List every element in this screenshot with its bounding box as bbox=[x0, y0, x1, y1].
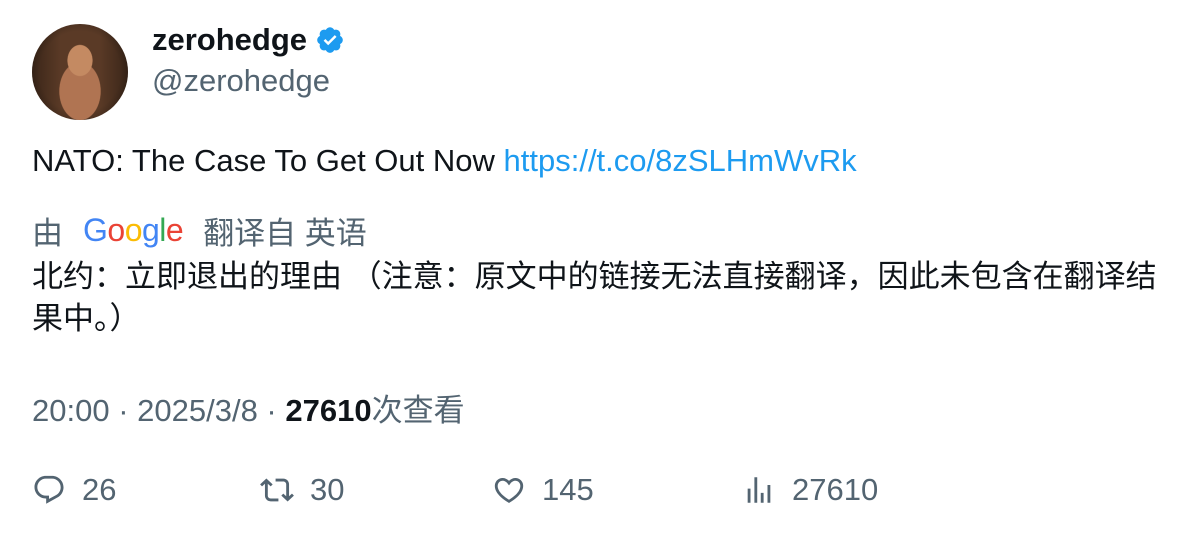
avatar[interactable] bbox=[32, 24, 128, 120]
translated-text: 北约：立即退出的理由 （注意：原文中的链接无法直接翻译，因此未包含在翻译结果中。… bbox=[32, 259, 1157, 336]
retweet-icon bbox=[260, 478, 294, 502]
tweet-link[interactable]: https://t.co/8zSLHmWvRk bbox=[504, 143, 857, 178]
reply-button[interactable]: 26 bbox=[32, 472, 116, 508]
heart-icon bbox=[494, 477, 524, 503]
translation-prefix: 由 bbox=[32, 216, 63, 251]
action-bar: 26 30 145 27610 bbox=[32, 472, 1172, 512]
tweet-text: NATO: The Case To Get Out Now https://t.… bbox=[32, 143, 857, 179]
tweet-date[interactable]: 2025/3/8 bbox=[137, 393, 258, 428]
like-count: 145 bbox=[542, 472, 594, 507]
tweet-meta: 20:00 · 2025/3/8 · 27610次查看 bbox=[32, 385, 465, 430]
views-count: 27610 bbox=[285, 393, 372, 428]
retweet-count: 30 bbox=[310, 472, 345, 507]
reply-count: 26 bbox=[82, 472, 117, 507]
avatar-shade bbox=[32, 24, 128, 120]
reply-icon bbox=[34, 475, 64, 504]
views-action-count: 27610 bbox=[792, 472, 879, 507]
translation-suffix: 翻译自 英语 bbox=[203, 216, 367, 251]
translation-attribution[interactable]: 由 Google 翻译自 英语 bbox=[32, 208, 367, 253]
display-name[interactable]: zerohedge bbox=[152, 22, 307, 58]
meta-separator: · bbox=[109, 393, 138, 428]
handle[interactable]: @zerohedge bbox=[152, 63, 330, 99]
analytics-icon bbox=[747, 477, 771, 503]
meta-separator-2: · bbox=[257, 393, 286, 428]
google-logo: Google bbox=[83, 212, 184, 248]
tweet-time[interactable]: 20:00 bbox=[32, 393, 110, 428]
views-label: 次查看 bbox=[371, 393, 465, 428]
verified-badge-icon bbox=[317, 27, 343, 53]
views-button[interactable]: 27610 bbox=[742, 472, 878, 508]
display-name-row[interactable]: zerohedge bbox=[152, 22, 345, 58]
tweet-body: NATO: The Case To Get Out Now bbox=[32, 143, 504, 178]
like-button[interactable]: 145 bbox=[492, 472, 594, 508]
retweet-button[interactable]: 30 bbox=[260, 472, 344, 508]
